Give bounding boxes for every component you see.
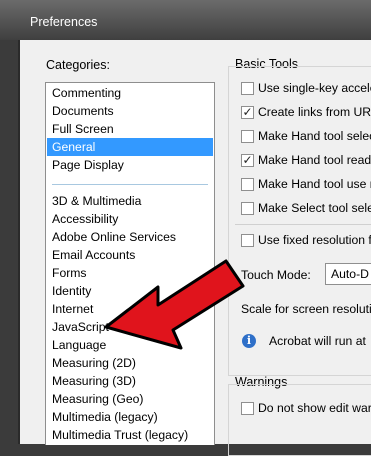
arrow-shape: [104, 259, 245, 350]
red-arrow-annotation: [104, 259, 245, 350]
